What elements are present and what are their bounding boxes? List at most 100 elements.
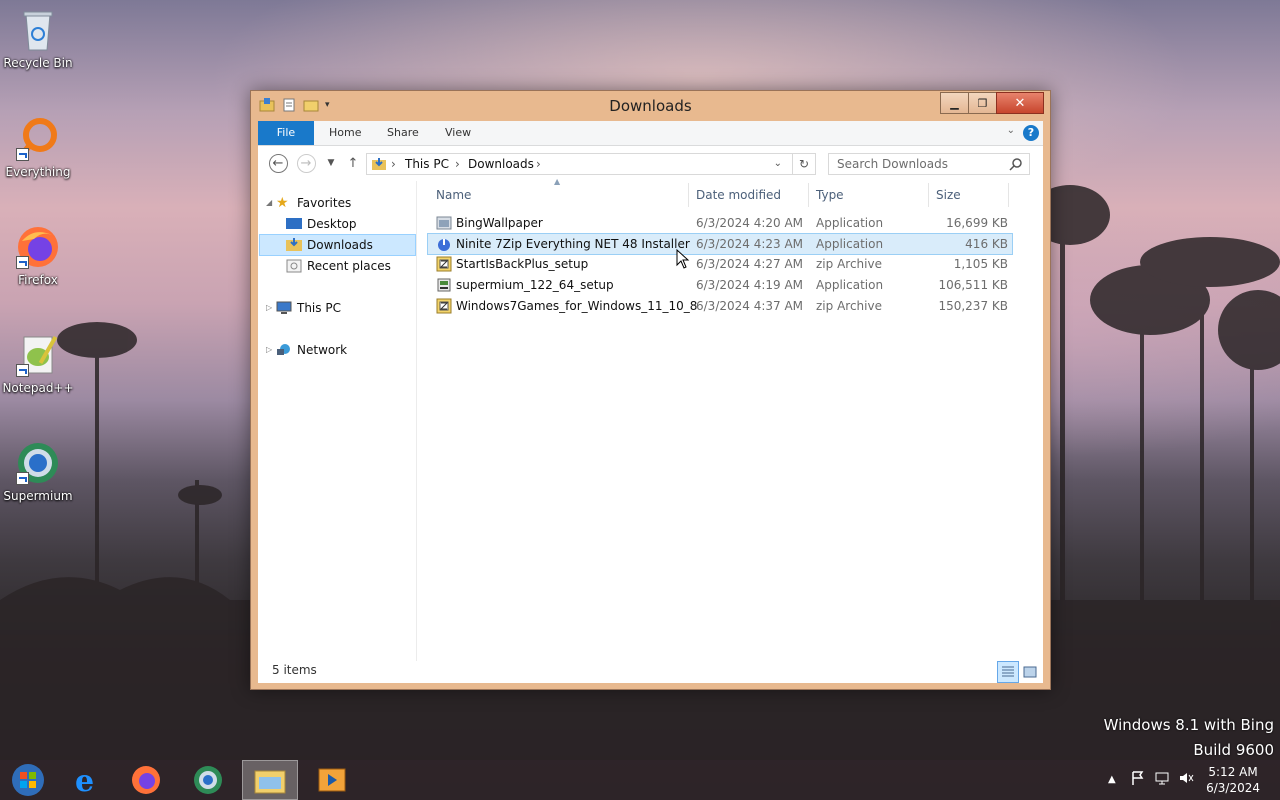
large-icons-view-button[interactable]	[1019, 661, 1041, 683]
taskbar-supermium[interactable]	[180, 760, 236, 800]
nav-label: Downloads	[307, 238, 373, 252]
file-row-ninite[interactable]: Ninite 7Zip Everything NET 48 Installer …	[427, 233, 1013, 255]
forward-arrow-icon: →	[296, 153, 316, 173]
media-player-icon	[318, 768, 346, 792]
nav-recent-places[interactable]: Recent places	[276, 256, 391, 276]
action-center-flag-icon[interactable]	[1130, 770, 1146, 786]
column-headers: ▲ Name Date modified Type Size	[428, 177, 1023, 207]
nav-label: Desktop	[307, 217, 357, 231]
everything-search-icon	[14, 115, 62, 163]
file-size: 150,237 KB	[938, 299, 1008, 313]
recycle-bin-icon	[14, 6, 62, 54]
file-type: zip Archive	[816, 257, 882, 271]
file-row-startisbackplus[interactable]: StartIsBackPlus_setup 6/3/2024 4:27 AM z…	[428, 254, 1012, 274]
network-icon	[277, 344, 290, 355]
large-icons-view-icon	[1023, 666, 1037, 678]
column-header-date-modified[interactable]: Date modified	[696, 183, 809, 207]
network-status-icon[interactable]	[1154, 770, 1170, 786]
column-header-name[interactable]: Name	[436, 183, 689, 207]
volume-muted-icon[interactable]	[1178, 770, 1194, 786]
nav-downloads[interactable]: Downloads	[259, 234, 416, 256]
show-hidden-icons-chevron-icon[interactable]: ▲	[1108, 774, 1116, 785]
internet-explorer-icon: e	[75, 764, 94, 797]
os-watermark-build: Build 9600	[1193, 741, 1274, 759]
desktop-icon-label: Supermium	[3, 489, 73, 503]
desktop-icon-notepad-plus-plus[interactable]: Notepad++	[0, 331, 76, 395]
file-name: Ninite 7Zip Everything NET 48 Installer	[456, 237, 690, 251]
taskbar-clock[interactable]: 5:12 AM 6/3/2024	[1206, 764, 1260, 796]
nav-desktop[interactable]: Desktop	[276, 214, 357, 234]
recent-locations-chevron-icon[interactable]: ▼	[321, 153, 341, 173]
expand-ribbon-chevron-icon[interactable]: ⌄	[1007, 125, 1015, 136]
help-icon[interactable]: ?	[1023, 125, 1039, 141]
file-name: StartIsBackPlus_setup	[456, 257, 589, 271]
ninite-icon	[438, 239, 450, 251]
tab-view[interactable]: View	[445, 121, 471, 145]
file-type: Application	[816, 278, 884, 292]
details-view-icon	[1002, 666, 1014, 677]
column-header-type[interactable]: Type	[816, 183, 929, 207]
address-dropdown-chevron-icon[interactable]: ⌄	[774, 158, 782, 169]
desktop-icon-everything[interactable]: Everything	[0, 115, 76, 179]
start-button[interactable]	[0, 760, 56, 800]
breadcrumb-separator-icon: ›	[455, 157, 460, 171]
desktop-icon-supermium[interactable]: Supermium	[0, 439, 76, 503]
search-placeholder: Search Downloads	[837, 157, 948, 171]
file-row-bingwallpaper[interactable]: BingWallpaper 6/3/2024 4:20 AM Applicati…	[428, 213, 1012, 233]
file-date: 6/3/2024 4:23 AM	[696, 237, 804, 251]
tab-share[interactable]: Share	[387, 121, 419, 145]
breadcrumb-downloads[interactable]: Downloads	[468, 157, 534, 171]
nav-network[interactable]: ▷ Network	[266, 340, 347, 360]
nav-favorites[interactable]: ◢ ★ Favorites	[266, 193, 351, 213]
tab-file[interactable]: File	[258, 121, 314, 145]
breadcrumb-this-pc[interactable]: This PC	[405, 157, 449, 171]
desktop-icon-recycle-bin[interactable]: Recycle Bin	[0, 6, 76, 70]
file-type: Application	[816, 216, 884, 230]
nav-label: Favorites	[297, 196, 352, 210]
title-bar[interactable]: ▾ Downloads ▁ ❐ ✕	[251, 91, 1050, 121]
file-explorer-icon	[254, 770, 286, 794]
column-header-size[interactable]: Size	[936, 183, 1009, 207]
up-button[interactable]: ↑	[343, 153, 363, 173]
file-name: Windows7Games_for_Windows_11_10_8	[456, 299, 698, 313]
taskbar: e ▲ 5:12 AM 6/3/2024	[0, 760, 1280, 800]
maximize-button[interactable]: ❐	[968, 92, 997, 114]
details-view-button[interactable]	[997, 661, 1019, 683]
address-bar[interactable]: › This PC › Downloads › ⌄	[366, 153, 815, 175]
navigation-bar: ← → ▼ ↑ › This PC › Downloads › ⌄ ↻ Sear…	[258, 148, 1043, 178]
firefox-icon	[132, 766, 160, 794]
taskbar-file-explorer[interactable]	[242, 760, 298, 800]
refresh-button[interactable]: ↻	[792, 153, 816, 175]
nav-label: This PC	[297, 301, 341, 315]
minimize-button[interactable]: ▁	[940, 92, 969, 114]
shortcut-arrow-icon	[16, 364, 29, 377]
taskbar-firefox[interactable]	[118, 760, 174, 800]
close-icon: ✕	[1014, 95, 1026, 111]
shortcut-arrow-icon	[16, 472, 29, 485]
shortcut-arrow-icon	[16, 256, 29, 269]
nav-label: Network	[297, 343, 348, 357]
firefox-icon	[14, 223, 62, 271]
collapsed-triangle-icon: ▷	[266, 303, 273, 312]
desktop-icon-firefox[interactable]: Firefox	[0, 223, 76, 287]
desktop-icon-label: Everything	[5, 165, 71, 179]
file-type: Application	[816, 237, 884, 251]
file-row-windows7games[interactable]: Windows7Games_for_Windows_11_10_8 6/3/20…	[428, 296, 1012, 316]
window-title: Downloads	[609, 97, 692, 115]
taskbar-media-player[interactable]	[304, 760, 360, 800]
back-button[interactable]: ←	[268, 153, 288, 173]
file-size: 16,699 KB	[946, 216, 1008, 230]
windows-start-orb-icon	[12, 764, 44, 796]
forward-button[interactable]: →	[296, 153, 316, 173]
minimize-icon: ▁	[950, 96, 959, 110]
nav-this-pc[interactable]: ▷ This PC	[266, 298, 341, 318]
taskbar-internet-explorer[interactable]: e	[58, 760, 114, 800]
breadcrumb-separator-icon: ›	[536, 157, 541, 171]
search-box[interactable]: Search Downloads	[828, 153, 1030, 175]
desktop-icon-label: Recycle Bin	[3, 56, 73, 70]
close-button[interactable]: ✕	[996, 92, 1044, 114]
navigation-pane: ◢ ★ Favorites Desktop Downloads Recent p…	[258, 181, 417, 661]
file-name: supermium_122_64_setup	[456, 278, 614, 292]
tab-home[interactable]: Home	[329, 121, 361, 145]
file-row-supermium-setup[interactable]: supermium_122_64_setup 6/3/2024 4:19 AM …	[428, 275, 1012, 295]
